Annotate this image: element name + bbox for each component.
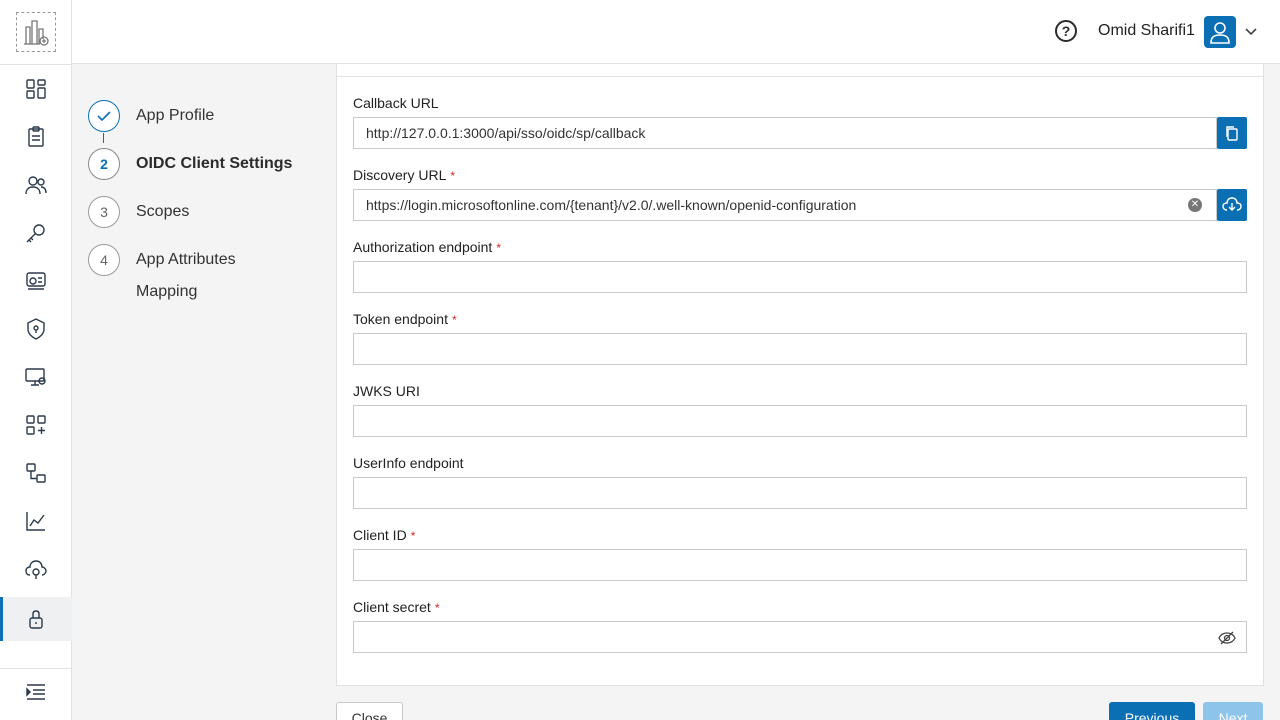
step-app-profile[interactable]: App Profile [88, 100, 214, 140]
clipboard-icon [28, 126, 44, 147]
client-secret-label: Client secret * [353, 599, 440, 615]
step-label: Scopes [136, 203, 190, 220]
callback-url-field[interactable]: http://127.0.0.1:3000/api/sso/oidc/sp/ca… [353, 117, 1217, 149]
callback-url-label: Callback URL [353, 95, 439, 111]
side-nav-rail [0, 0, 72, 720]
nav-security[interactable] [0, 307, 72, 351]
step-number: 2 [88, 148, 120, 180]
panel-divider [337, 76, 1263, 77]
users-icon [25, 176, 47, 195]
cloud-sync-icon [25, 560, 47, 579]
rail-divider [0, 64, 72, 65]
step-label: App Attributes Mapping [136, 251, 236, 300]
analytics-icon [26, 512, 45, 531]
nav-applications[interactable] [0, 403, 72, 447]
client-id-label: Client ID * [353, 527, 416, 543]
eye-off-icon[interactable] [1218, 629, 1236, 647]
nav-analytics[interactable] [0, 499, 72, 543]
required-marker: * [434, 601, 440, 615]
step-connector [103, 133, 104, 143]
jwks-uri-label: JWKS URI [353, 383, 420, 399]
nav-sso[interactable] [0, 597, 72, 641]
copy-callback-button[interactable] [1217, 117, 1247, 149]
required-marker: * [496, 241, 501, 255]
step-app-attributes-mapping[interactable]: 4 App Attributes Mapping [88, 244, 276, 300]
step-label: App Profile [136, 107, 215, 124]
apps-add-icon [26, 415, 46, 435]
rail-divider [0, 668, 72, 669]
monitor-settings-icon [25, 368, 46, 386]
dashboard-icon [26, 79, 46, 99]
previous-button[interactable]: Previous [1109, 702, 1195, 720]
token-endpoint-field[interactable] [353, 333, 1247, 365]
cloud-download-icon [1222, 197, 1242, 211]
token-endpoint-label: Token endpoint * [353, 311, 457, 327]
key-icon [26, 224, 45, 243]
step-scopes[interactable]: 3 Scopes [88, 196, 189, 236]
user-icon [1210, 22, 1230, 44]
copy-icon [1226, 126, 1238, 141]
close-button[interactable]: Close [336, 702, 403, 720]
nav-users[interactable] [0, 163, 72, 207]
required-marker: * [451, 313, 457, 327]
nav-workflows[interactable] [0, 451, 72, 495]
nav-devices[interactable] [0, 355, 72, 399]
nav-dashboard[interactable] [0, 67, 72, 111]
userinfo-endpoint-field[interactable] [353, 477, 1247, 509]
chevron-down-icon[interactable] [1244, 24, 1258, 38]
step-complete-indicator [88, 100, 120, 132]
top-header: ? Omid Sharifi1 [72, 0, 1280, 64]
authorization-endpoint-field[interactable] [353, 261, 1247, 293]
fetch-discovery-button[interactable] [1217, 189, 1247, 221]
next-button[interactable]: Next [1203, 702, 1263, 720]
client-id-field[interactable] [353, 549, 1247, 581]
nav-cloud[interactable] [0, 547, 72, 591]
discovery-url-field[interactable]: https://login.microsoftonline.com/{tenan… [353, 189, 1217, 221]
authorization-endpoint-label: Authorization endpoint * [353, 239, 501, 255]
identity-card-icon [26, 272, 46, 290]
lock-icon [29, 610, 43, 629]
nav-keys[interactable] [0, 211, 72, 255]
userinfo-endpoint-label: UserInfo endpoint [353, 455, 464, 471]
app-logo[interactable] [16, 12, 56, 52]
required-marker: * [450, 169, 456, 183]
jwks-uri-field[interactable] [353, 405, 1247, 437]
oidc-settings-form: Callback URL http://127.0.0.1:3000/api/s… [336, 64, 1264, 686]
nav-identity[interactable] [0, 259, 72, 303]
help-icon[interactable]: ? [1055, 20, 1077, 42]
user-name[interactable]: Omid Sharifi1 [1098, 22, 1195, 40]
required-marker: * [410, 529, 416, 543]
step-number: 3 [88, 196, 120, 228]
step-label: OIDC Client Settings [136, 155, 293, 172]
menu-collapse-icon [26, 684, 45, 700]
wizard-stepper: App Profile 2 OIDC Client Settings 3 Sco… [72, 64, 336, 720]
avatar[interactable] [1204, 16, 1236, 48]
discovery-url-label: Discovery URL * [353, 167, 456, 183]
check-icon [97, 111, 111, 122]
step-oidc-client-settings[interactable]: 2 OIDC Client Settings [88, 148, 292, 188]
shield-icon [27, 318, 45, 340]
step-number: 4 [88, 244, 120, 276]
client-secret-field[interactable] [353, 621, 1247, 653]
flow-icon [26, 463, 46, 483]
building-logo-icon [24, 20, 49, 46]
nav-clipboard[interactable] [0, 115, 72, 159]
menu-collapse-button[interactable] [0, 670, 72, 714]
clear-icon[interactable]: ✕ [1188, 198, 1202, 212]
